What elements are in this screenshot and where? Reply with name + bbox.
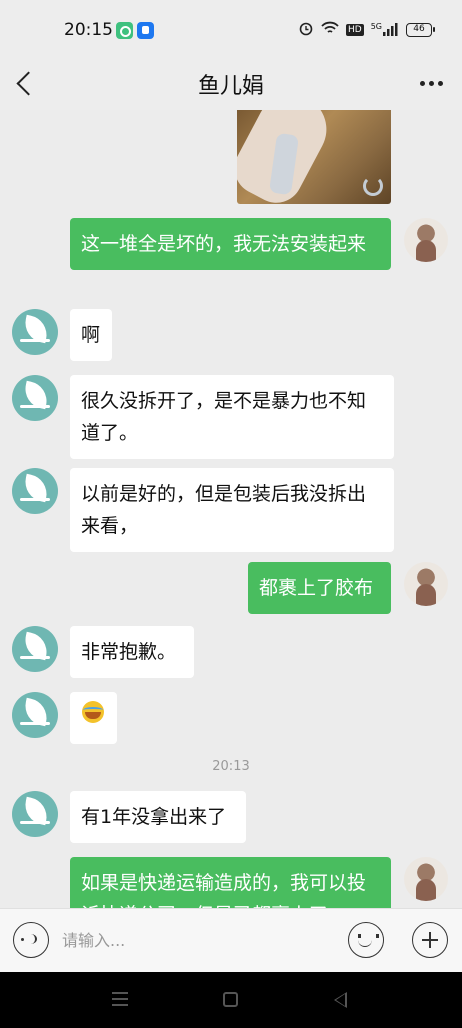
dot-icon (419, 80, 425, 86)
message-list[interactable]: 这一堆全是坏的，我无法安装起来 啊 很久没拆开了，是不是暴力也不知道了。 以前是… (0, 110, 462, 908)
emoji-button[interactable] (348, 922, 384, 958)
status-time: 20:15 (64, 20, 113, 40)
contact-avatar[interactable] (12, 692, 58, 738)
message-bubble-theirs[interactable]: 啊 (70, 309, 112, 361)
message-bubble-theirs[interactable]: 以前是好的，但是包装后我没拆出来看， (70, 468, 394, 552)
message-timestamp: 20:13 (212, 759, 250, 774)
message-bubble-theirs[interactable]: 有1年没拿出来了 (70, 791, 246, 843)
message-bubble-theirs[interactable]: 很久没拆开了，是不是暴力也不知道了。 (70, 375, 394, 459)
signal-label: 5G (370, 22, 382, 31)
battery-icon: 46 (406, 22, 435, 37)
message-bubble-mine[interactable]: 如果是快递运输造成的，我可以投诉快递公司，但是已都裹上了 (70, 857, 391, 908)
contact-avatar[interactable] (12, 791, 58, 837)
chat-header: 鱼儿娟 (0, 58, 462, 110)
home-icon[interactable] (223, 992, 238, 1007)
signal-icon: 5G (371, 23, 399, 36)
input-bar (0, 908, 462, 972)
image-message[interactable] (237, 110, 391, 204)
wifi-icon (321, 21, 339, 38)
message-bubble-mine[interactable]: 都裹上了胶布 (248, 562, 391, 614)
message-input[interactable] (62, 923, 332, 957)
more-options-button[interactable] (414, 70, 448, 96)
contact-avatar[interactable] (12, 468, 58, 514)
recent-apps-icon[interactable] (112, 992, 128, 1006)
message-bubble-theirs[interactable]: 非常抱歉。 (70, 626, 194, 678)
contact-avatar[interactable] (12, 375, 58, 421)
my-avatar[interactable] (404, 218, 448, 262)
contact-avatar[interactable] (12, 626, 58, 672)
chat-title: 鱼儿娟 (197, 74, 264, 99)
system-navigation-bar (0, 972, 462, 1028)
my-avatar[interactable] (404, 562, 448, 606)
my-avatar[interactable] (404, 857, 448, 901)
blue-app-icon (137, 22, 154, 39)
message-bubble-mine[interactable]: 这一堆全是坏的，我无法安装起来 (70, 218, 391, 270)
emoji-message[interactable] (70, 692, 117, 744)
alarm-icon (298, 20, 314, 39)
voice-button[interactable] (13, 922, 49, 958)
hd-icon: HD (346, 23, 364, 36)
more-actions-button[interactable] (412, 922, 448, 958)
back-triangle-icon[interactable] (334, 992, 347, 1008)
dot-icon (437, 80, 443, 86)
status-bar: 20:15 HD 5G 46 (0, 0, 462, 58)
contact-avatar[interactable] (12, 309, 58, 355)
green-app-icon (116, 22, 133, 39)
status-indicators: HD 5G 46 (298, 20, 435, 39)
dot-icon (428, 80, 434, 86)
cry-laugh-emoji-icon (82, 701, 104, 723)
